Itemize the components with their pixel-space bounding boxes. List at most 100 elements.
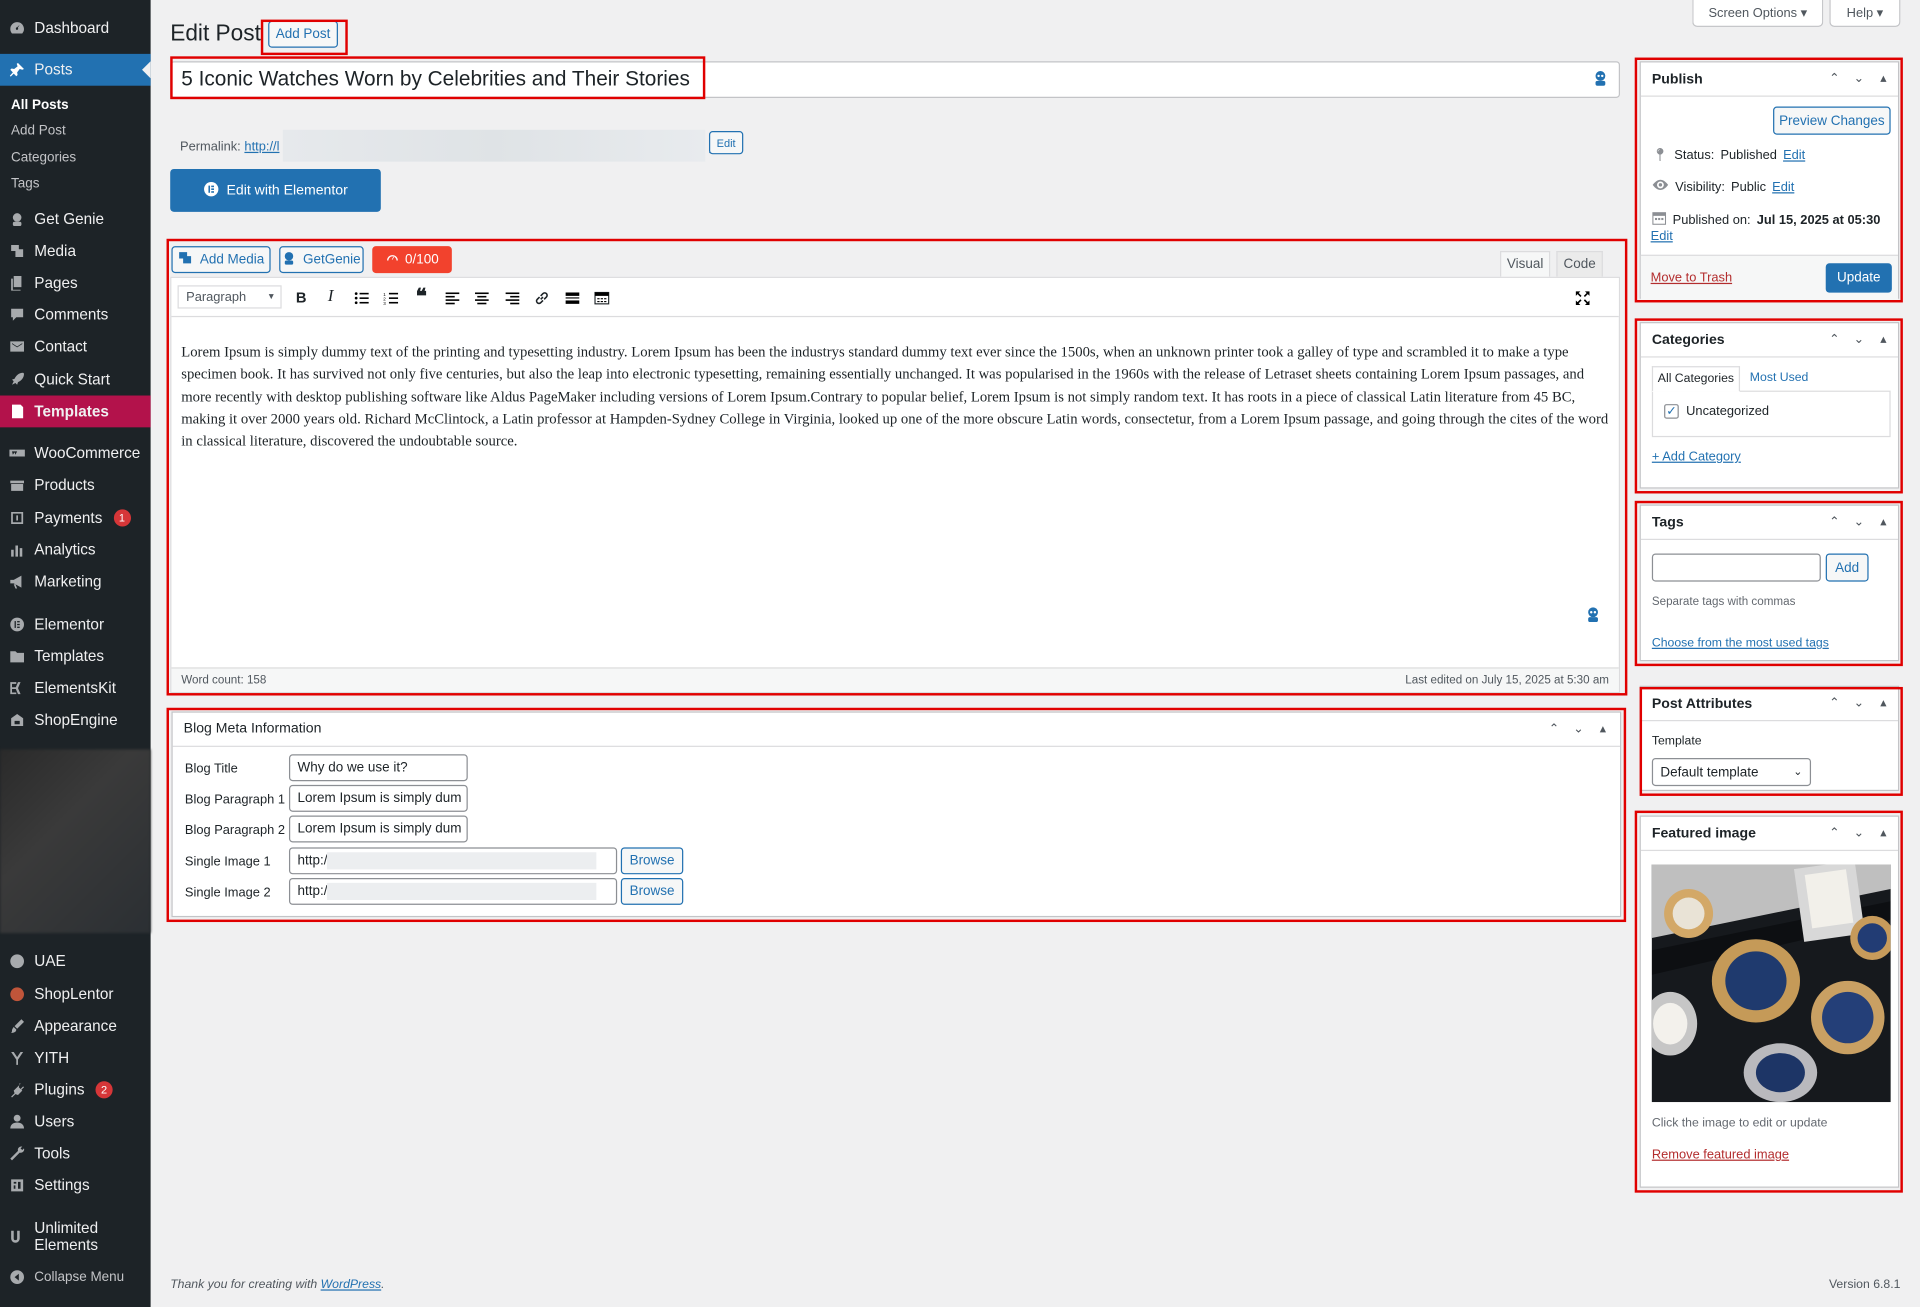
move-down-icon[interactable]: ⌄ <box>1851 827 1866 840</box>
sidebar-item-settings[interactable]: Settings <box>0 1169 151 1201</box>
add-category-link[interactable]: + Add Category <box>1652 449 1741 464</box>
wordpress-link[interactable]: WordPress <box>321 1278 382 1291</box>
edit-with-elementor-button[interactable]: Edit with Elementor <box>170 168 381 212</box>
sidebar-sub-add-post[interactable]: Add Post <box>0 124 151 139</box>
single-image-2-input[interactable]: http:/ <box>288 877 618 905</box>
toggle-icon[interactable]: ▴ <box>1876 72 1891 85</box>
sidebar-item-products[interactable]: Products <box>0 469 151 501</box>
sidebar-item-templates-elementor[interactable]: Templates <box>0 640 151 672</box>
align-left-icon[interactable] <box>443 289 460 306</box>
screen-options-button[interactable]: Screen Options ▾ <box>1692 0 1824 27</box>
toggle-icon[interactable]: ▴ <box>1876 516 1891 529</box>
sidebar-item-analytics[interactable]: Analytics <box>0 534 151 566</box>
single-image-1-input[interactable]: http:/ <box>288 847 618 875</box>
sidebar-item-posts[interactable]: Posts <box>0 53 151 86</box>
preview-changes-button[interactable]: Preview Changes <box>1773 106 1891 135</box>
status-edit-link[interactable]: Edit <box>1783 148 1805 163</box>
tag-input[interactable] <box>1651 553 1821 582</box>
move-down-icon[interactable]: ⌄ <box>1851 333 1866 346</box>
sidebar-item-users[interactable]: Users <box>0 1106 151 1138</box>
sidebar-item-shoplentor[interactable]: ShopLentor <box>0 978 151 1010</box>
sidebar-item-appearance[interactable]: Appearance <box>0 1010 151 1042</box>
tab-all-categories[interactable]: All Categories <box>1651 366 1741 392</box>
sidebar-item-shopengine[interactable]: ShopEngine <box>0 704 151 736</box>
category-item[interactable]: ✓ Uncategorized <box>1664 404 1769 419</box>
sidebar-item-dashboard[interactable]: Dashboard <box>0 12 151 44</box>
read-more-icon[interactable] <box>563 289 580 306</box>
toggle-icon[interactable]: ▴ <box>1876 333 1891 346</box>
numbered-list-icon[interactable]: 123 <box>382 289 399 306</box>
visibility-edit-link[interactable]: Edit <box>1772 179 1794 194</box>
sidebar-item-tools[interactable]: Tools <box>0 1138 151 1170</box>
blockquote-icon[interactable]: ❝ <box>413 285 430 308</box>
bullet-list-icon[interactable] <box>353 289 370 306</box>
post-title-input[interactable]: 5 Iconic Watches Worn by Celebrities and… <box>170 61 1621 98</box>
genie-title-icon[interactable] <box>1592 69 1609 89</box>
sidebar-item-unlimited-elements[interactable]: Unlimited Elements <box>0 1220 151 1254</box>
published-edit-link[interactable]: Edit <box>1651 229 1673 244</box>
sidebar-item-quick-start[interactable]: Quick Start <box>0 364 151 396</box>
add-tag-button[interactable]: Add <box>1825 553 1869 582</box>
sidebar-item-elementor[interactable]: Elementor <box>0 609 151 641</box>
template-select[interactable]: Default template ⌄ <box>1651 757 1812 787</box>
move-down-icon[interactable]: ⌄ <box>1851 516 1866 529</box>
checkbox-checked-icon[interactable]: ✓ <box>1664 404 1679 419</box>
sidebar-item-elementskit[interactable]: ElementsKit <box>0 672 151 704</box>
blog-title-input[interactable]: Why do we use it? <box>288 754 468 782</box>
browse-image-1-button[interactable]: Browse <box>620 847 684 875</box>
tab-most-used[interactable]: Most Used <box>1750 371 1809 384</box>
move-up-icon[interactable]: ⌃ <box>1827 697 1842 710</box>
sidebar-sub-tags[interactable]: Tags <box>0 176 151 191</box>
link-icon[interactable] <box>533 289 550 306</box>
sidebar-item-marketing[interactable]: Marketing <box>0 566 151 598</box>
collapse-menu-button[interactable]: Collapse Menu <box>0 1261 151 1293</box>
sidebar-sub-categories[interactable]: Categories <box>0 151 151 166</box>
sidebar-item-woocommerce[interactable]: WooCommerce <box>0 437 151 469</box>
sidebar-item-comments[interactable]: Comments <box>0 299 151 331</box>
fullscreen-icon[interactable] <box>1573 289 1590 306</box>
align-center-icon[interactable] <box>473 289 490 306</box>
italic-icon[interactable]: I <box>322 288 339 306</box>
browse-image-2-button[interactable]: Browse <box>620 877 684 905</box>
format-select[interactable]: Paragraph ▼ <box>177 285 282 309</box>
tab-code[interactable]: Code <box>1556 251 1603 277</box>
move-down-icon[interactable]: ⌄ <box>1851 72 1866 85</box>
blog-paragraph-2-input[interactable]: Lorem Ipsum is simply dum <box>288 815 468 843</box>
tab-visual[interactable]: Visual <box>1500 251 1551 277</box>
permalink-link[interactable]: http://l <box>244 140 279 155</box>
move-up-icon[interactable]: ⌃ <box>1827 72 1842 85</box>
remove-featured-image-link[interactable]: Remove featured image <box>1652 1147 1789 1162</box>
sidebar-item-contact[interactable]: Contact <box>0 331 151 363</box>
add-post-button[interactable]: Add Post <box>268 20 338 48</box>
blog-paragraph-1-input[interactable]: Lorem Ipsum is simply dum <box>288 784 468 812</box>
sidebar-item-pages[interactable]: Pages <box>0 267 151 299</box>
toggle-icon[interactable]: ▴ <box>1876 697 1891 710</box>
move-up-icon[interactable]: ⌃ <box>1547 722 1562 735</box>
move-down-icon[interactable]: ⌄ <box>1571 722 1586 735</box>
featured-image[interactable] <box>1651 864 1891 1103</box>
sidebar-item-media[interactable]: Media <box>0 235 151 267</box>
sidebar-sub-all-posts[interactable]: All Posts <box>0 98 151 113</box>
sidebar-item-plugins[interactable]: Plugins 2 <box>0 1074 151 1106</box>
toggle-icon[interactable]: ▴ <box>1876 827 1891 840</box>
toggle-icon[interactable]: ▴ <box>1596 722 1611 735</box>
toolbar-toggle-icon[interactable] <box>593 289 610 306</box>
align-right-icon[interactable] <box>503 289 520 306</box>
add-media-button[interactable]: Add Media <box>171 246 271 274</box>
getgenie-button[interactable]: GetGenie <box>279 246 364 274</box>
genie-content-icon[interactable] <box>1585 605 1602 625</box>
move-up-icon[interactable]: ⌃ <box>1827 516 1842 529</box>
editor-content[interactable]: Lorem Ipsum is simply dummy text of the … <box>181 340 1611 452</box>
sidebar-item-templates[interactable]: Templates <box>0 395 151 428</box>
choose-tags-link[interactable]: Choose from the most used tags <box>1652 637 1829 650</box>
move-down-icon[interactable]: ⌄ <box>1851 697 1866 710</box>
update-button[interactable]: Update <box>1825 263 1892 293</box>
help-button[interactable]: Help ▾ <box>1829 0 1901 27</box>
move-up-icon[interactable]: ⌃ <box>1827 827 1842 840</box>
seo-score-button[interactable]: 0/100 <box>372 246 452 274</box>
sidebar-item-yith[interactable]: YITH <box>0 1042 151 1074</box>
permalink-edit-button[interactable]: Edit <box>708 131 744 155</box>
sidebar-item-get-genie[interactable]: Get Genie <box>0 203 151 235</box>
bold-icon[interactable]: B <box>293 289 310 306</box>
sidebar-item-uae[interactable]: UAE <box>0 945 151 977</box>
